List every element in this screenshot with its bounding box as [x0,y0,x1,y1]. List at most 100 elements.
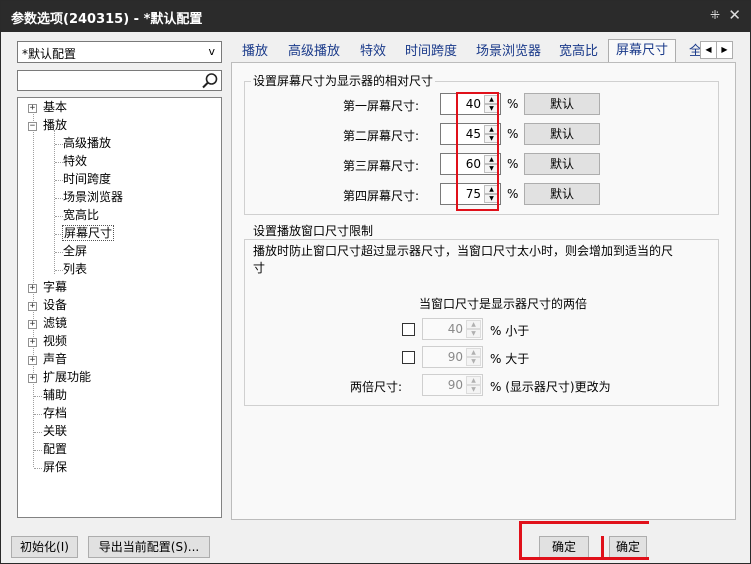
double-size-spinner[interactable]: 90 ▲ ▼ [422,374,483,396]
spin-down-icon[interactable]: ▼ [466,329,481,338]
tree-item-screensaver[interactable]: 屏保 [43,458,67,476]
spinner-arrows[interactable]: ▲ ▼ [466,376,481,394]
tree-item-devices[interactable]: 设备 [43,296,67,314]
greater-than-spinner[interactable]: 90 ▲ ▼ [422,346,483,368]
screen3-default-button[interactable]: 默认 [524,153,600,175]
greater-than-checkbox[interactable] [402,351,415,364]
screen2-default-button[interactable]: 默认 [524,123,600,145]
ok-button[interactable]: 确定 [609,536,647,558]
tree-item-fullscreen[interactable]: 全屏 [63,242,87,260]
greater-than-label: % 大于 [490,352,530,366]
double-size-value: 90 [447,378,463,392]
tree-item-advanced-playback[interactable]: 高级播放 [63,134,111,152]
greater-than-value: 90 [447,350,463,364]
tree-item-screen-size[interactable]: 屏幕尺寸 [62,224,115,242]
tree-item-scene-browser[interactable]: 场景浏览器 [63,188,123,206]
init-button[interactable]: 初始化(I) [11,536,78,558]
double-size-label: 两倍尺寸: [350,380,403,394]
tree-item-time-span[interactable]: 时间跨度 [63,170,111,188]
highlight-line [601,536,604,558]
tree-connector [34,396,42,397]
highlight-box [456,92,499,211]
tree-item-audio[interactable]: 声音 [43,350,67,368]
spin-up-icon[interactable]: ▲ [466,320,481,329]
screen-size-panel: 设置屏幕尺寸为显示器的相对尺寸 第一屏幕尺寸: 40 ▲ ▼ % 默认 第二屏幕尺… [231,62,736,520]
tab-screen-size[interactable]: 屏幕尺寸 [608,39,677,63]
tab-time-span[interactable]: 时间跨度 [405,43,457,63]
screen4-label: 第四屏幕尺寸: [343,189,420,203]
profile-value: *默认配置 [22,47,77,61]
tree-connector [34,450,42,451]
tree-item-configuration[interactable]: 配置 [43,440,67,458]
tree-connector [34,414,42,415]
tree-collapse-toggle[interactable]: − [28,122,37,131]
tree-connector [55,252,63,253]
tree-expand-toggle[interactable]: + [28,302,37,311]
window-title: 参数选项(240315) - *默认配置 [11,12,203,27]
screen3-unit: % [507,157,519,171]
spin-down-icon[interactable]: ▼ [466,357,481,366]
double-size-suffix: % (显示器尺寸)更改为 [490,380,611,394]
tree-connector [55,198,63,199]
screen1-default-button[interactable]: 默认 [524,93,600,115]
highlight-line [519,521,649,524]
less-than-checkbox[interactable] [402,323,415,336]
tree-item-association[interactable]: 关联 [43,422,67,440]
window-limit-group-title: 设置播放窗口尺寸限制 [251,222,376,239]
export-config-button[interactable]: 导出当前配置(S)... [88,536,210,558]
spin-up-icon[interactable]: ▲ [466,376,481,385]
tree-connector [34,432,42,433]
tree-expand-toggle[interactable]: + [28,338,37,347]
tree-item-basic[interactable]: 基本 [43,98,67,116]
tree-item-aspect-ratio[interactable]: 宽高比 [63,206,99,224]
preferences-window: 参数选项(240315) - *默认配置 ⁜ ✕ *默认配置 v + 基本 − … [0,0,751,564]
ok-cancel-button[interactable]: 确定 [539,536,589,558]
tree-item-video[interactable]: 视频 [43,332,67,350]
tree-expand-toggle[interactable]: + [28,104,37,113]
tree-connector [55,216,63,217]
tree-item-subtitles[interactable]: 字幕 [43,278,67,296]
tab-scroll-left-icon[interactable]: ◀ [700,41,717,59]
screen2-unit: % [507,127,519,141]
close-icon[interactable]: ✕ [728,6,741,24]
tree-item-effects[interactable]: 特效 [63,152,87,170]
tree-expand-toggle[interactable]: + [28,374,37,383]
tab-effects[interactable]: 特效 [360,43,386,63]
tree-item-assist[interactable]: 辅助 [43,386,67,404]
tab-aspect-ratio[interactable]: 宽高比 [559,43,598,63]
tab-advanced-playback[interactable]: 高级播放 [288,43,340,63]
search-input[interactable] [17,70,222,91]
pin-icon[interactable]: ⁜ [710,8,720,22]
tree-expand-toggle[interactable]: + [28,320,37,329]
less-than-spinner[interactable]: 40 ▲ ▼ [422,318,483,340]
spin-up-icon[interactable]: ▲ [466,348,481,357]
chevron-down-icon: v [208,45,215,58]
tree-item-extensions[interactable]: 扩展功能 [43,368,91,386]
window-limit-description-cont: 寸 [253,261,266,275]
settings-tree[interactable]: + 基本 − 播放 高级播放 特效 时间跨度 场景浏览器 宽高比 屏幕尺寸 全屏… [17,97,222,518]
title-bar: 参数选项(240315) - *默认配置 ⁜ ✕ [1,1,750,32]
tab-scroll-right-icon[interactable]: ▶ [716,41,733,59]
tab-scene-browser[interactable]: 场景浏览器 [476,43,541,63]
search-icon[interactable] [201,72,219,89]
tree-expand-toggle[interactable]: + [28,356,37,365]
spin-down-icon[interactable]: ▼ [466,385,481,394]
tree-connector [55,162,63,163]
tree-connector [55,180,63,181]
screen4-default-button[interactable]: 默认 [524,183,600,205]
screen4-unit: % [507,187,519,201]
tree-item-archive[interactable]: 存档 [43,404,67,422]
tree-item-playlist[interactable]: 列表 [63,260,87,278]
screen1-label: 第一屏幕尺寸: [343,99,420,113]
profile-dropdown[interactable]: *默认配置 v [17,41,222,63]
tree-item-playback[interactable]: 播放 [43,116,67,134]
tree-connector [55,144,63,145]
tree-item-filters[interactable]: 滤镜 [43,314,67,332]
spinner-arrows[interactable]: ▲ ▼ [466,320,481,338]
highlight-line [519,521,522,559]
tree-expand-toggle[interactable]: + [28,284,37,293]
spinner-arrows[interactable]: ▲ ▼ [466,348,481,366]
tab-bar: 播放 高级播放 特效 时间跨度 场景浏览器 宽高比 屏幕尺寸 全 ◀ ▶ [229,39,748,63]
double-size-heading: 当窗口尺寸是显示器尺寸的两倍 [419,297,588,311]
tab-playback[interactable]: 播放 [242,43,268,63]
